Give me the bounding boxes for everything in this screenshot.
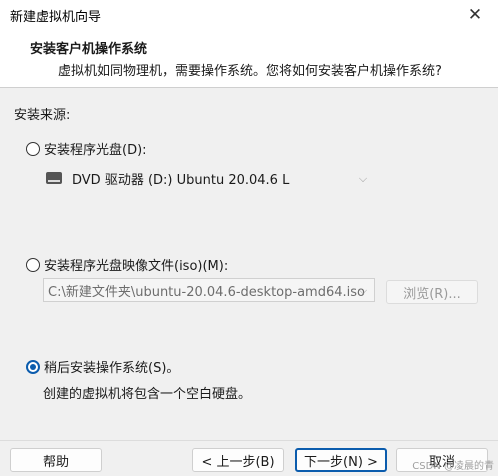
radio-checked-icon[interactable] bbox=[26, 359, 40, 374]
iso-path-combo[interactable]: C:\新建文件夹\ubuntu-20.04.6-desktop-amd64.is… bbox=[43, 278, 375, 302]
disc-drive-icon bbox=[46, 172, 62, 184]
wizard-header: 安装客户机操作系统 虚拟机如同物理机，需要操作系统。您将如何安装客户机操作系统? bbox=[0, 30, 498, 88]
install-source-label: 安装来源: bbox=[14, 108, 71, 123]
radio-icon[interactable] bbox=[26, 257, 40, 272]
installer-disc-label: 安装程序光盘(D): bbox=[44, 143, 147, 158]
browse-button[interactable]: 浏览(R)... bbox=[386, 280, 478, 304]
next-button[interactable]: 下一步(N) > bbox=[295, 448, 387, 472]
iso-path-value: C:\新建文件夹\ubuntu-20.04.6-desktop-amd64.is… bbox=[48, 284, 365, 300]
page-title: 安装客户机操作系统 bbox=[30, 42, 148, 57]
window-title: 新建虚拟机向导 bbox=[10, 10, 102, 25]
radio-installer-disc[interactable]: 安装程序光盘(D): bbox=[26, 139, 147, 158]
help-button[interactable]: 帮助 bbox=[10, 448, 102, 472]
title-bar: 新建虚拟机向导 ✕ bbox=[0, 0, 498, 30]
chevron-down-icon[interactable] bbox=[359, 174, 367, 182]
install-later-note: 创建的虚拟机将包含一个空白硬盘。 bbox=[43, 387, 252, 402]
radio-icon[interactable] bbox=[26, 141, 40, 156]
back-button[interactable]: < 上一步(B) bbox=[192, 448, 284, 472]
drive-select[interactable]: DVD 驱动器 (D:) Ubuntu 20.04.6 L bbox=[43, 166, 375, 190]
drive-select-value: DVD 驱动器 (D:) Ubuntu 20.04.6 L bbox=[72, 172, 290, 188]
radio-iso-image[interactable]: 安装程序光盘映像文件(iso)(M): bbox=[26, 255, 228, 274]
iso-image-label: 安装程序光盘映像文件(iso)(M): bbox=[44, 259, 229, 274]
close-icon[interactable]: ✕ bbox=[452, 0, 498, 30]
radio-install-later[interactable]: 稍后安装操作系统(S)。 bbox=[26, 357, 179, 376]
page-subtitle: 虚拟机如同物理机，需要操作系统。您将如何安装客户机操作系统? bbox=[58, 64, 442, 79]
watermark: CSDN @凌晨的青 bbox=[412, 461, 494, 472]
footer-divider bbox=[0, 440, 498, 441]
install-later-label: 稍后安装操作系统(S)。 bbox=[44, 361, 180, 376]
